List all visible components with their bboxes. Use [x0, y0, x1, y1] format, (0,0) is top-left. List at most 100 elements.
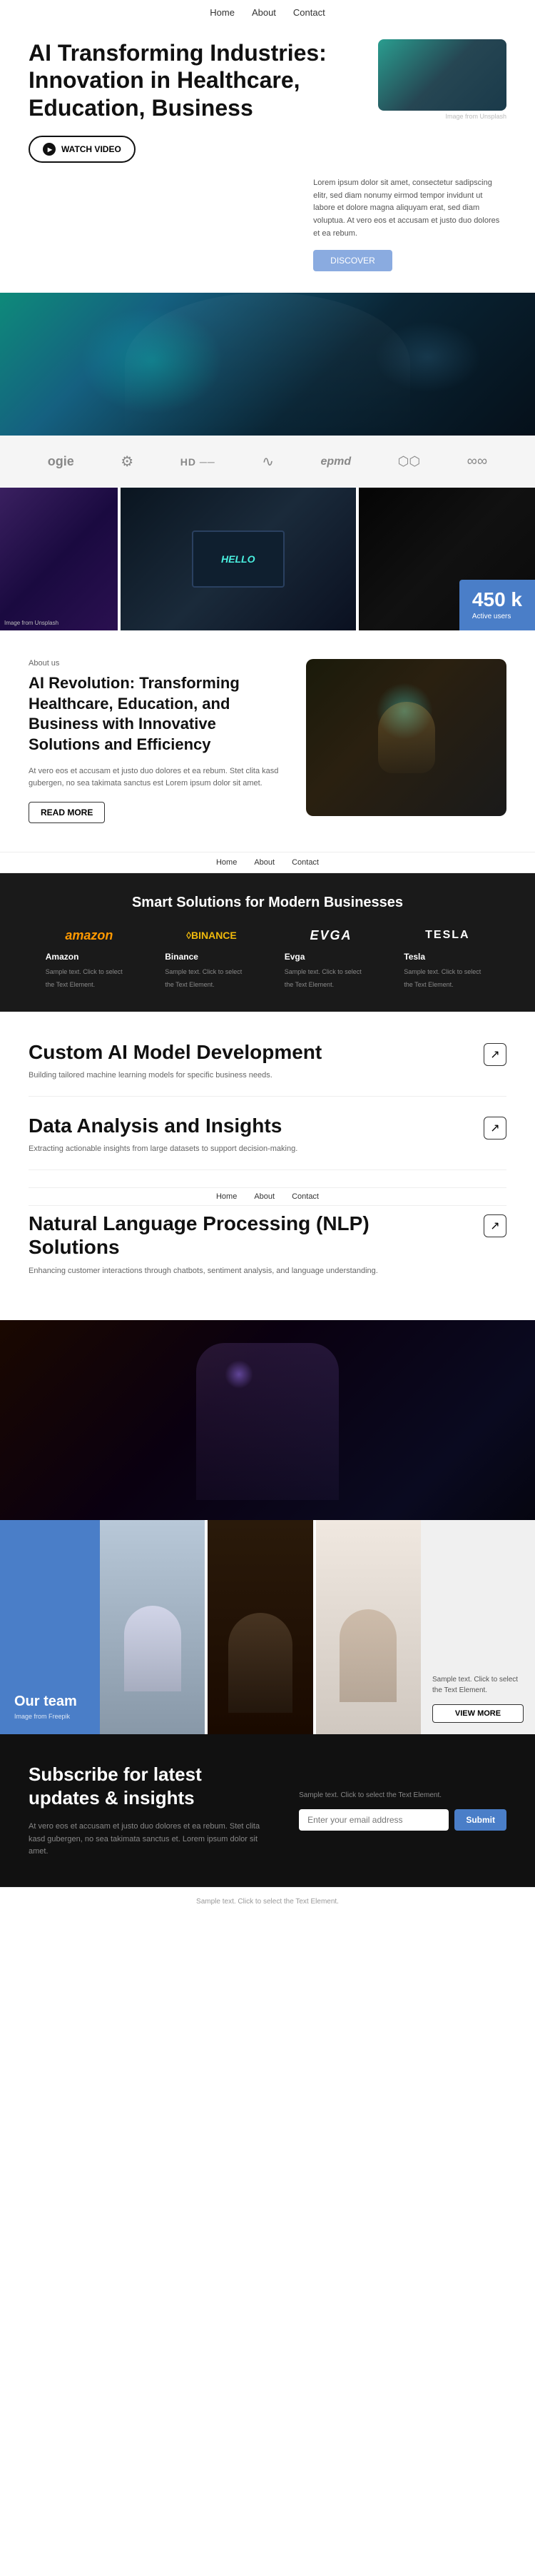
hero-right: Image from Unsplash [378, 39, 506, 120]
mid-nav-contact[interactable]: Contact [292, 858, 319, 867]
hero-left: AI Transforming Industries: Innovation i… [29, 39, 364, 163]
service-2-title: Data Analysis and Insights [29, 1114, 435, 1138]
hero-image [378, 39, 506, 111]
read-more-button[interactable]: READ MORE [29, 802, 105, 823]
hero-desc-left [29, 177, 299, 271]
vr-person-shape [125, 293, 410, 436]
email-row: Submit [299, 1809, 506, 1831]
nav-contact[interactable]: Contact [293, 7, 325, 18]
screen-mockup: HELLO [192, 530, 285, 588]
footer: Sample text. Click to select the Text El… [0, 1887, 535, 1916]
hero-section: AI Transforming Industries: Innovation i… [0, 25, 535, 163]
nav-about[interactable]: About [252, 7, 276, 18]
robot-photo-section [0, 1320, 535, 1520]
image-cell-1: Image from Unsplash [0, 488, 118, 630]
hero-title: AI Transforming Industries: Innovation i… [29, 39, 364, 121]
svc-nav-contact[interactable]: Contact [292, 1192, 319, 1201]
nav-home[interactable]: Home [210, 7, 235, 18]
service-item-2: Data Analysis and Insights Extracting ac… [29, 1114, 506, 1170]
submit-button[interactable]: Submit [454, 1809, 506, 1831]
team-label: Our team Image from Freepik [0, 1520, 100, 1734]
partner-evga-detail: Evga Sample text. Click to select the Te… [285, 952, 370, 990]
team-section: Our team Image from Freepik Sample text.… [0, 1520, 535, 1734]
service-3-title: Natural Language Processing (NLP) Soluti… [29, 1212, 435, 1259]
partner-tesla-logo: TESLA [425, 929, 469, 942]
team-photo-1 [100, 1520, 205, 1734]
hero-desc-right: Lorem ipsum dolor sit amet, consectetur … [313, 177, 506, 271]
about-right [306, 659, 506, 816]
view-more-button[interactable]: VIEW MORE [432, 1704, 524, 1723]
partners-details: Amazon Sample text. Click to select the … [29, 952, 506, 990]
hello-label: HELLO [221, 553, 255, 565]
about-left: About us AI Revolution: Transforming Hea… [29, 659, 289, 823]
image-cell-3: 450 k Active users [359, 488, 535, 630]
about-tag: About us [29, 659, 289, 668]
stat-box: 450 k Active users [459, 580, 535, 630]
partners-section: Smart Solutions for Modern Businesses am… [0, 873, 535, 1012]
play-icon: ▶ [43, 143, 56, 156]
subscribe-left-desc: At vero eos et accusam et justo duo dolo… [29, 1821, 277, 1858]
partner-amazon-detail: Amazon Sample text. Click to select the … [46, 952, 131, 990]
active-users-num: 450 k [472, 590, 522, 610]
service-3-arrow[interactable]: ↗ [484, 1214, 506, 1237]
active-users-label: Active users [472, 613, 522, 620]
service-item-3: Natural Language Processing (NLP) Soluti… [29, 1212, 506, 1292]
about-title: AI Revolution: Transforming Healthcare, … [29, 673, 289, 755]
partners-heading: Smart Solutions for Modern Businesses [29, 895, 506, 911]
team-photo-3 [316, 1520, 421, 1734]
subscribe-left: Subscribe for latest updates & insights … [29, 1763, 277, 1858]
logo-infinity: ∞∞ [467, 453, 488, 470]
about-description: At vero eos et accusam et justo duo dolo… [29, 765, 289, 790]
about-section: About us AI Revolution: Transforming Hea… [0, 630, 535, 852]
team-heading: Our team [14, 1694, 86, 1710]
mid-nav-home[interactable]: Home [216, 858, 237, 867]
service-2-desc: Extracting actionable insights from larg… [29, 1143, 387, 1155]
watch-video-label: WATCH VIDEO [61, 144, 121, 154]
mid-nav: Home About Contact [0, 852, 535, 873]
mid-nav-about[interactable]: About [254, 858, 275, 867]
subscribe-right: Sample text. Click to select the Text El… [299, 1763, 506, 1858]
top-nav: Home About Contact [0, 0, 535, 25]
footer-text: Sample text. Click to select the Text El… [29, 1898, 506, 1906]
logo-wave: ∿ [262, 453, 274, 471]
hero-description-section: Lorem ipsum dolor sit amet, consectetur … [0, 163, 535, 293]
partner-tesla-detail: Tesla Sample text. Click to select the T… [404, 952, 489, 990]
subscribe-section: Subscribe for latest updates & insights … [0, 1734, 535, 1887]
logo-epmd: epmd [320, 456, 351, 468]
images-grid: Image from Unsplash HELLO 450 k Active u… [0, 488, 535, 630]
logo-ogie: ogie [48, 454, 74, 469]
subscribe-title: Subscribe for latest updates & insights [29, 1763, 277, 1811]
service-item-1: Custom AI Model Development Building tai… [29, 1040, 506, 1097]
team-extra: Sample text. Click to select the Text El… [421, 1520, 535, 1734]
service-1-arrow[interactable]: ↗ [484, 1043, 506, 1066]
team-photo-2 [208, 1520, 312, 1734]
services-section: Custom AI Model Development Building tai… [0, 1012, 535, 1320]
vr-banner [0, 293, 535, 436]
subscribe-right-desc: Sample text. Click to select the Text El… [299, 1790, 506, 1801]
logo-hd: HD ── [180, 456, 215, 468]
svc-nav-about[interactable]: About [254, 1192, 275, 1201]
partner-evga-logo: EVGA [310, 928, 352, 943]
partner-amazon-logo: amazon [65, 928, 113, 943]
discover-button[interactable]: DISCOVER [313, 250, 392, 271]
partner-binance-logo: ◊BINANCE [186, 930, 237, 941]
service-2-arrow[interactable]: ↗ [484, 1117, 506, 1139]
team-photos [100, 1520, 421, 1734]
partner-binance-detail: Binance Sample text. Click to select the… [165, 952, 250, 990]
team-subtext: Image from Freepik [14, 1713, 86, 1720]
logo-gear: ⚙ [121, 453, 133, 471]
partners-logos: amazon ◊BINANCE EVGA TESLA [29, 928, 506, 943]
svc-nav-home[interactable]: Home [216, 1192, 237, 1201]
logos-strip: ogie ⚙ HD ── ∿ epmd ⬡⬡ ∞∞ [0, 436, 535, 488]
watch-video-button[interactable]: ▶ WATCH VIDEO [29, 136, 136, 163]
team-extra-text: Sample text. Click to select the Text El… [432, 1674, 524, 1696]
service-3-desc: Enhancing customer interactions through … [29, 1265, 387, 1277]
image-cell-2: HELLO [121, 488, 356, 630]
service-1-desc: Building tailored machine learning model… [29, 1070, 387, 1082]
hero-description: Lorem ipsum dolor sit amet, consectetur … [313, 177, 506, 240]
robot-image [306, 659, 506, 816]
logo-hex: ⬡⬡ [398, 454, 420, 469]
hero-image-label: Image from Unsplash [378, 113, 506, 120]
email-input[interactable] [299, 1809, 449, 1831]
services-nav: Home About Contact [29, 1187, 506, 1206]
